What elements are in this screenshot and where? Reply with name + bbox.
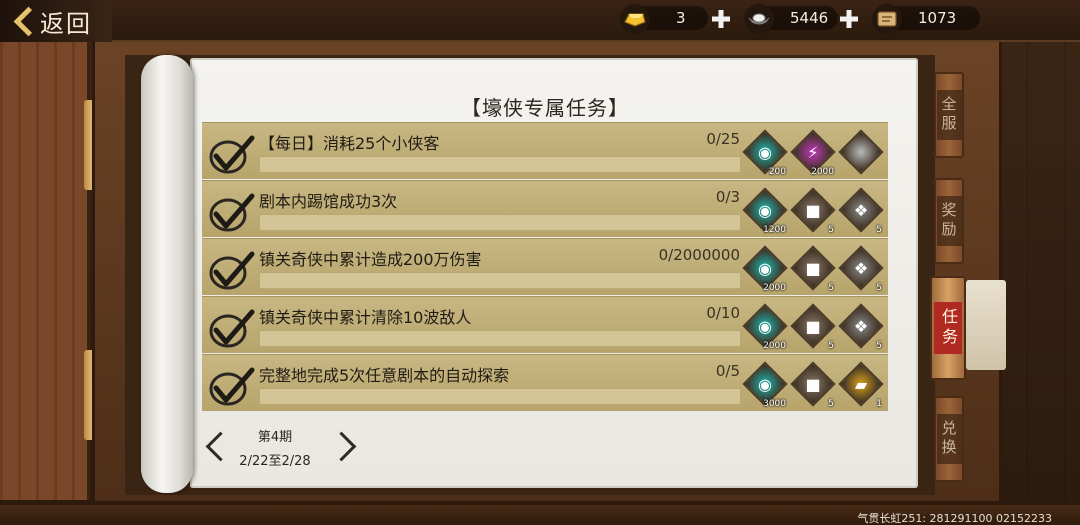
tab-label: 奖励: [936, 196, 962, 246]
reward-count: 5: [876, 341, 882, 351]
progress-bar: [259, 156, 741, 173]
checkmark-icon: [208, 308, 256, 350]
progress-bar: [259, 388, 741, 405]
task-name: 镇关奇侠中累计造成200万伤害: [259, 250, 482, 269]
iron-block-icon[interactable]: ■ 5: [790, 303, 836, 351]
teal-token-icon[interactable]: ◉ 3000: [742, 361, 788, 409]
add-gold-button[interactable]: [710, 8, 732, 30]
silver-ore-icon[interactable]: ❖ 5: [838, 245, 884, 293]
period-dates: 2/22至2/28: [239, 454, 311, 469]
reward-count: 5: [828, 225, 834, 235]
page-title: 【壕侠专属任务】: [461, 96, 629, 120]
chevron-left-icon: [12, 7, 34, 35]
purple-token-icon[interactable]: ⚡ 2000: [790, 129, 836, 177]
reward-count: 5: [828, 283, 834, 293]
tab-exchange[interactable]: 兑换: [934, 396, 964, 482]
tab-label: 兑换: [936, 414, 962, 464]
add-silver-button[interactable]: [838, 8, 860, 30]
reward-list: ◉ 2000 ■ 5 ❖ 5: [742, 245, 886, 293]
scroll-ticket-icon: [872, 4, 902, 34]
reward-count: 5: [828, 341, 834, 351]
teal-token-icon[interactable]: ◉ 200: [742, 129, 788, 177]
reward-count: 5: [876, 225, 882, 235]
checkmark-icon: [208, 366, 256, 408]
iron-block-icon[interactable]: ■ 5: [790, 361, 836, 409]
reward-count: 1: [876, 399, 882, 409]
reward-count: 3000: [763, 399, 786, 409]
progress-bar: [259, 214, 741, 231]
gold-ingot-icon: [620, 4, 650, 34]
iron-block-icon[interactable]: ■ 5: [790, 245, 836, 293]
teal-token-icon[interactable]: ◉ 1200: [742, 187, 788, 235]
task-name: 剧本内踢馆成功3次: [259, 192, 398, 211]
task-progress: 0/3: [715, 188, 740, 206]
back-button[interactable]: 返回: [0, 0, 112, 42]
task-name: 完整地完成5次任意剧本的自动探索: [259, 366, 510, 385]
tab-server[interactable]: 全服: [934, 72, 964, 158]
task-row: 镇关奇侠中累计清除10波敌人 0/10 ◉ 2000 ■ 5 ❖ 5: [202, 296, 888, 353]
progress-bar: [259, 330, 741, 347]
reward-count: 2000: [811, 167, 834, 177]
tab-ribbon-decoration: [966, 280, 1006, 370]
task-row: 【每日】消耗25个小侠客 0/25 ◉ 200 ⚡ 2000: [202, 122, 888, 179]
task-row: 完整地完成5次任意剧本的自动探索 0/5 ◉ 3000 ■ 5 ▰ 1: [202, 354, 888, 411]
empty-reward-icon[interactable]: [838, 129, 884, 175]
task-progress: 0/25: [706, 130, 740, 148]
reward-count: 5: [876, 283, 882, 293]
back-label: 返回: [40, 9, 92, 38]
reward-list: ◉ 1200 ■ 5 ❖ 5: [742, 187, 886, 235]
reward-count: 200: [768, 167, 786, 177]
task-row: 镇关奇侠中累计造成200万伤害 0/2000000 ◉ 2000 ■ 5 ❖ 5: [202, 238, 888, 295]
reward-count: 5: [828, 399, 834, 409]
silver-count: 5446: [790, 9, 829, 27]
reward-glyph: [840, 131, 882, 173]
task-name: 【每日】消耗25个小侠客: [259, 134, 440, 153]
period-label: 第4期: [257, 430, 293, 445]
reward-count: 2000: [763, 341, 786, 351]
watermark-text: 气贯长虹251: 281291100 02152233: [857, 512, 1052, 525]
progress-bar: [259, 272, 741, 289]
checkmark-icon: [208, 250, 256, 292]
reward-count: 2000: [763, 283, 786, 293]
gold-count: 3: [676, 9, 686, 27]
tab-rewards[interactable]: 奖励: [934, 178, 964, 264]
checkmark-icon: [208, 192, 256, 234]
teal-token-icon[interactable]: ◉ 2000: [742, 303, 788, 351]
scroll-roll: [141, 55, 193, 493]
task-progress: 0/2000000: [658, 246, 740, 264]
reward-list: ◉ 2000 ■ 5 ❖ 5: [742, 303, 886, 351]
ticket-count: 1073: [918, 9, 957, 27]
task-name: 镇关奇侠中累计清除10波敌人: [259, 308, 472, 327]
task-row: 剧本内踢馆成功3次 0/3 ◉ 1200 ■ 5 ❖ 5: [202, 180, 888, 237]
tab-label: 任务: [934, 302, 962, 354]
gold-box-icon[interactable]: ▰ 1: [838, 361, 884, 409]
iron-block-icon[interactable]: ■ 5: [790, 187, 836, 235]
reward-count: 1200: [763, 225, 786, 235]
checkmark-icon: [208, 134, 256, 176]
left-wood-door: [0, 40, 90, 500]
teal-token-icon[interactable]: ◉ 2000: [742, 245, 788, 293]
silver-ore-icon[interactable]: ❖ 5: [838, 187, 884, 235]
task-progress: 0/10: [706, 304, 740, 322]
reward-list: ◉ 3000 ■ 5 ▰ 1: [742, 361, 886, 409]
tab-label: 全服: [936, 90, 962, 140]
reward-list: ◉ 200 ⚡ 2000: [742, 129, 886, 177]
silver-ingot-icon: [744, 4, 774, 34]
task-progress: 0/5: [715, 362, 740, 380]
silver-ore-icon[interactable]: ❖ 5: [838, 303, 884, 351]
tab-tasks[interactable]: 任务: [930, 276, 966, 380]
next-period-button[interactable]: [333, 430, 355, 462]
previous-period-button[interactable]: [202, 430, 224, 462]
top-bar: 返回 3 5446 1073: [0, 0, 1080, 42]
